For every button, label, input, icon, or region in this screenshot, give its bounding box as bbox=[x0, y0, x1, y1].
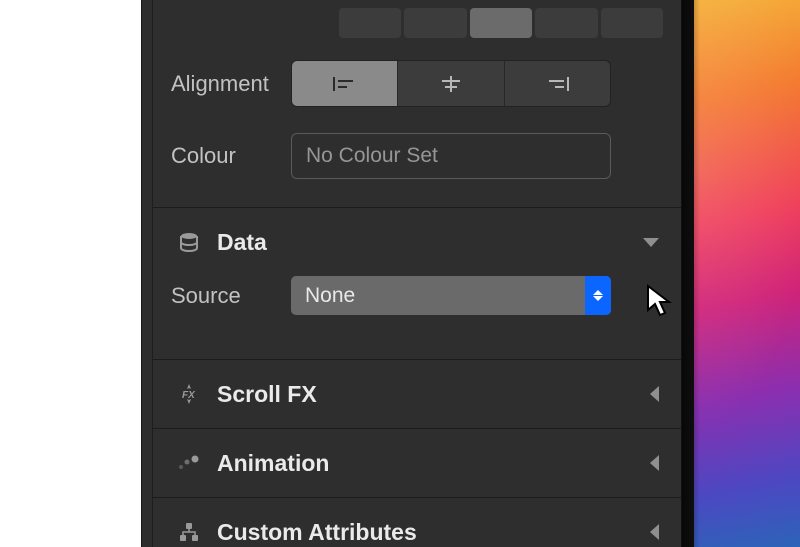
section-header-scrollfx[interactable]: FX Scroll FX bbox=[153, 360, 681, 428]
hierarchy-icon bbox=[175, 521, 203, 543]
align-right-button[interactable] bbox=[505, 61, 610, 106]
section-scrollfx: FX Scroll FX bbox=[153, 359, 681, 428]
section-title: Data bbox=[217, 229, 643, 256]
colour-well[interactable]: No Colour Set bbox=[291, 133, 611, 179]
alignment-label: Alignment bbox=[171, 71, 291, 97]
popup-stepper-icon bbox=[585, 276, 611, 315]
desktop-wallpaper bbox=[682, 0, 800, 547]
colour-value: No Colour Set bbox=[306, 144, 438, 168]
align-left-button[interactable] bbox=[292, 61, 398, 106]
chevron-left-icon bbox=[650, 524, 659, 540]
section-header-custom[interactable]: Custom Attributes bbox=[153, 498, 681, 547]
source-value: None bbox=[291, 276, 585, 315]
section-data: Data Source None bbox=[153, 207, 681, 359]
segment[interactable] bbox=[339, 8, 401, 38]
animation-icon bbox=[175, 453, 203, 473]
text-style-segmented[interactable] bbox=[321, 0, 681, 50]
source-popup[interactable]: None bbox=[291, 276, 611, 315]
section-title: Custom Attributes bbox=[217, 519, 650, 546]
section-title: Animation bbox=[217, 450, 650, 477]
chevron-down-icon bbox=[643, 238, 659, 247]
section-header-animation[interactable]: Animation bbox=[153, 429, 681, 497]
segment[interactable] bbox=[470, 8, 532, 38]
section-header-data[interactable]: Data bbox=[153, 208, 681, 276]
scrollfx-icon: FX bbox=[175, 383, 203, 405]
alignment-row: Alignment bbox=[153, 50, 681, 121]
colour-label: Colour bbox=[171, 143, 291, 169]
inspector-panel: Alignment bbox=[152, 0, 682, 547]
chevron-left-icon bbox=[650, 386, 659, 402]
alignment-segmented[interactable] bbox=[291, 60, 611, 107]
segment[interactable] bbox=[535, 8, 597, 38]
align-center-button[interactable] bbox=[398, 61, 504, 106]
chevron-left-icon bbox=[650, 455, 659, 471]
svg-text:FX: FX bbox=[182, 390, 196, 401]
section-title: Scroll FX bbox=[217, 381, 650, 408]
section-body-data: Source None bbox=[153, 276, 681, 359]
source-label: Source bbox=[171, 283, 291, 309]
section-custom-attributes: Custom Attributes bbox=[153, 497, 681, 547]
colour-row: Colour No Colour Set bbox=[153, 121, 681, 207]
segment[interactable] bbox=[601, 8, 663, 38]
database-icon bbox=[175, 231, 203, 253]
document-edge bbox=[0, 0, 152, 547]
section-animation: Animation bbox=[153, 428, 681, 497]
segment[interactable] bbox=[404, 8, 466, 38]
